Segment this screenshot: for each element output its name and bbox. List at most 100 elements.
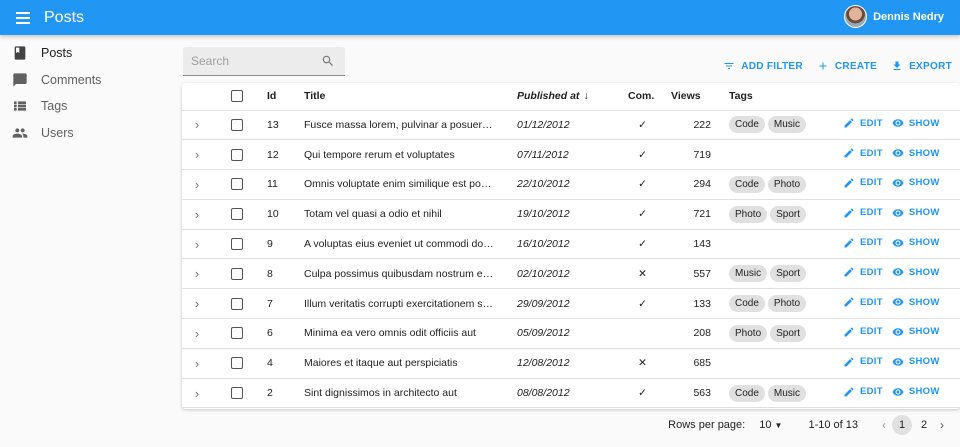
- show-button[interactable]: SHOW: [892, 207, 940, 219]
- header-id[interactable]: Id: [267, 83, 304, 111]
- page-button-1[interactable]: 1: [892, 415, 912, 435]
- rows-per-page-select[interactable]: 10 ▼: [759, 419, 782, 431]
- row-checkbox[interactable]: [231, 387, 243, 400]
- show-button[interactable]: SHOW: [892, 237, 940, 249]
- show-button[interactable]: SHOW: [892, 326, 940, 338]
- cell-title: Fusce massa lorem, pulvinar a posuere…: [304, 110, 517, 141]
- table-row[interactable]: › 10 Totam vel quasi a odio et nihil 19/10/…: [182, 199, 960, 230]
- sidebar-item-users[interactable]: Users: [0, 120, 170, 147]
- table-row[interactable]: › 2 Sint dignissimos in architecto aut 08/0…: [182, 378, 960, 409]
- expand-row-icon[interactable]: ›: [182, 139, 212, 171]
- tag-chip[interactable]: Code: [729, 116, 765, 134]
- show-button[interactable]: SHOW: [892, 296, 940, 308]
- sidebar-item-label: Tags: [41, 99, 68, 114]
- cell-views: 719: [671, 139, 711, 171]
- show-button[interactable]: SHOW: [892, 356, 940, 368]
- header-com[interactable]: Com.: [622, 83, 671, 111]
- table-row[interactable]: › 12 Qui tempore rerum et voluptates 07/11/…: [182, 139, 960, 171]
- table-row[interactable]: › 13 Fusce massa lorem, pulvinar a posuere…: [182, 110, 960, 141]
- app-bar: Posts Dennis Nedry: [0, 0, 960, 35]
- edit-button[interactable]: EDIT: [843, 266, 883, 278]
- expand-row-icon[interactable]: ›: [182, 258, 212, 290]
- edit-button[interactable]: EDIT: [843, 386, 883, 398]
- table-row[interactable]: › 11 Omnis voluptate enim similique est po…: [182, 169, 960, 200]
- expand-row-icon[interactable]: ›: [182, 110, 212, 141]
- add-filter-button[interactable]: ADD FILTER: [723, 60, 803, 72]
- edit-icon: [844, 238, 854, 248]
- header-published-at[interactable]: Published at ↓: [517, 83, 622, 111]
- sidebar-item-comments[interactable]: Comments: [0, 67, 170, 94]
- row-checkbox[interactable]: [231, 208, 243, 221]
- edit-button[interactable]: EDIT: [843, 326, 883, 338]
- tag-chip[interactable]: Code: [729, 295, 765, 313]
- show-button[interactable]: SHOW: [892, 147, 940, 159]
- row-checkbox[interactable]: [231, 327, 243, 340]
- export-button[interactable]: EXPORT: [891, 60, 952, 72]
- edit-button[interactable]: EDIT: [843, 117, 883, 129]
- title-text: Minima ea vero omnis odit officiis aut: [304, 327, 476, 340]
- table-row[interactable]: › 7 Illum veritatis corrupti exercitatione…: [182, 288, 960, 320]
- page-button-2[interactable]: 2: [914, 415, 934, 435]
- show-button[interactable]: SHOW: [892, 266, 940, 278]
- edit-button[interactable]: EDIT: [843, 147, 883, 159]
- table-row[interactable]: › 6 Minima ea vero omnis odit officiis aut…: [182, 318, 960, 349]
- table-row[interactable]: › 4 Maiores et itaque aut perspiciatis 12/0…: [182, 348, 960, 379]
- edit-button[interactable]: EDIT: [843, 296, 883, 308]
- table-row[interactable]: › 8 Culpa possimus quibusdam nostrum e… 02/…: [182, 258, 960, 290]
- tag-chip[interactable]: Photo: [729, 205, 768, 223]
- pagination: Rows per page: 10 ▼ 1-10 of 13 ‹ 1 2 ›: [668, 415, 950, 435]
- next-page-icon[interactable]: ›: [940, 418, 944, 432]
- edit-button[interactable]: EDIT: [843, 207, 883, 219]
- cell-published-at: 16/10/2012: [517, 229, 622, 260]
- header-title[interactable]: Title: [304, 83, 517, 111]
- search-field[interactable]: [183, 47, 345, 76]
- menu-icon[interactable]: [16, 11, 30, 24]
- sidebar-item-posts[interactable]: Posts: [0, 40, 170, 67]
- row-checkbox[interactable]: [231, 118, 243, 131]
- show-label: SHOW: [908, 326, 940, 338]
- tag-chip[interactable]: Sport: [770, 205, 807, 223]
- show-button[interactable]: SHOW: [892, 177, 940, 189]
- cell-actions: EDIT SHOW: [843, 199, 960, 230]
- expand-row-icon[interactable]: ›: [182, 229, 212, 260]
- prev-page-icon[interactable]: ‹: [882, 418, 886, 432]
- expand-row-icon[interactable]: ›: [182, 169, 212, 200]
- row-checkbox[interactable]: [231, 357, 243, 370]
- tag-chip[interactable]: Photo: [767, 175, 807, 193]
- expand-row-icon[interactable]: ›: [182, 199, 212, 230]
- tag-chip[interactable]: Music: [729, 265, 768, 283]
- tag-chip[interactable]: Sport: [770, 324, 807, 342]
- row-checkbox[interactable]: [231, 297, 243, 310]
- row-checkbox[interactable]: [231, 178, 243, 191]
- row-checkbox[interactable]: [231, 267, 243, 280]
- user-menu[interactable]: Dennis Nedry: [844, 5, 944, 28]
- edit-icon: [844, 327, 854, 337]
- expand-row-icon[interactable]: ›: [182, 288, 212, 320]
- tag-chip[interactable]: Photo: [767, 295, 807, 313]
- tag-chip[interactable]: Music: [767, 384, 807, 402]
- expand-row-icon[interactable]: ›: [182, 378, 212, 409]
- sidebar-item-tags[interactable]: Tags: [0, 93, 170, 120]
- tag-chip[interactable]: Photo: [729, 324, 768, 342]
- row-checkbox[interactable]: [231, 148, 243, 161]
- show-button[interactable]: SHOW: [892, 386, 940, 398]
- create-button[interactable]: CREATE: [817, 60, 877, 72]
- expand-row-icon[interactable]: ›: [182, 348, 212, 379]
- row-checkbox[interactable]: [231, 238, 243, 251]
- tag-chip[interactable]: Music: [767, 116, 807, 134]
- edit-button[interactable]: EDIT: [843, 177, 883, 189]
- tag-chip[interactable]: Code: [729, 175, 765, 193]
- sort-arrow-icon: ↓: [583, 90, 589, 103]
- cell-id: 2: [267, 378, 304, 409]
- cell-views: 133: [671, 288, 711, 320]
- show-button[interactable]: SHOW: [892, 117, 940, 129]
- edit-button[interactable]: EDIT: [843, 356, 883, 368]
- header-views[interactable]: Views: [671, 83, 711, 111]
- table-row[interactable]: › 9 A voluptas eius eveniet ut commodi do……: [182, 229, 960, 260]
- select-all-checkbox[interactable]: [231, 90, 243, 103]
- expand-row-icon[interactable]: ›: [182, 318, 212, 349]
- tag-chip[interactable]: Sport: [770, 265, 807, 283]
- search-input[interactable]: [191, 54, 311, 68]
- tag-chip[interactable]: Code: [729, 384, 765, 402]
- edit-button[interactable]: EDIT: [843, 237, 883, 249]
